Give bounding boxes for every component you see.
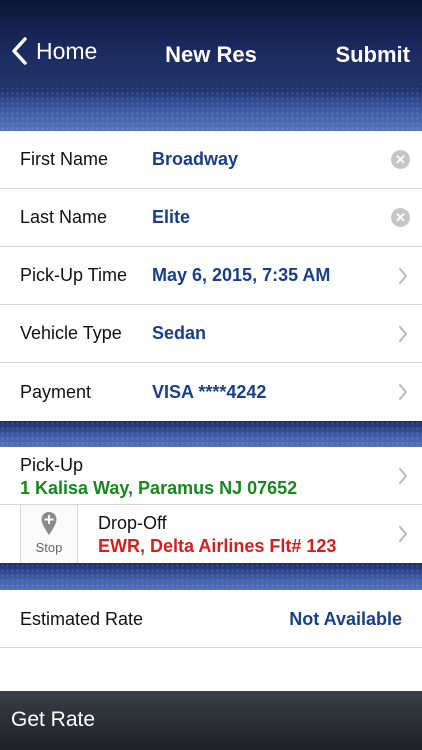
chevron-right-icon xyxy=(399,384,407,400)
vehicle-type-row[interactable]: Vehicle Type Sedan xyxy=(0,305,422,363)
pickup-location-row[interactable]: Pick-Up 1 Kalisa Way, Paramus NJ 07652 xyxy=(0,447,422,505)
add-stop-pin-icon xyxy=(41,512,57,535)
payment-label: Payment xyxy=(20,381,92,402)
last-name-row[interactable]: Last Name Elite ✕ xyxy=(0,189,422,247)
chevron-right-icon xyxy=(399,468,407,484)
stop-label: Stop xyxy=(35,540,63,555)
payment-row[interactable]: Payment VISA ****4242 xyxy=(0,363,422,421)
estimated-rate-label: Estimated Rate xyxy=(20,609,144,629)
section-divider-band xyxy=(0,563,422,590)
dropoff-address: EWR, Delta Airlines Flt# 123 xyxy=(98,536,337,556)
dropoff-title: Drop-Off xyxy=(98,513,167,533)
navigation-bar: Home New Res Submit xyxy=(0,0,422,86)
clear-icon[interactable]: ✕ xyxy=(391,150,410,169)
estimated-rate-value: Not Available xyxy=(289,609,402,629)
chevron-right-icon xyxy=(399,267,407,284)
estimated-rate-row: Estimated Rate Not Available xyxy=(0,590,422,648)
chevron-right-icon xyxy=(399,526,407,542)
pickup-time-value: May 6, 2015, 7:35 AM xyxy=(152,265,331,285)
rate-section: Estimated Rate Not Available xyxy=(0,590,422,691)
first-name-row[interactable]: First Name Broadway ✕ xyxy=(0,131,422,189)
section-divider-band xyxy=(0,421,422,447)
route-section: Pick-Up 1 Kalisa Way, Paramus NJ 07652 S… xyxy=(0,447,422,563)
dropoff-location-row[interactable]: Stop Drop-Off EWR, Delta Airlines Flt# 1… xyxy=(0,505,422,563)
vehicle-type-value: Sedan xyxy=(152,323,207,343)
chevron-right-icon xyxy=(399,325,407,342)
last-name-value[interactable]: Elite xyxy=(152,207,190,228)
payment-value: VISA ****4242 xyxy=(152,381,267,402)
get-rate-label: Get Rate xyxy=(11,708,96,731)
pickup-address: 1 Kalisa Way, Paramus NJ 07652 xyxy=(20,478,298,498)
vehicle-type-label: Vehicle Type xyxy=(20,323,122,343)
clear-icon[interactable]: ✕ xyxy=(391,208,410,227)
last-name-label: Last Name xyxy=(20,207,108,227)
reservation-form: First Name Broadway ✕ Last Name Elite ✕ … xyxy=(0,131,422,421)
pickup-title: Pick-Up xyxy=(20,455,84,475)
first-name-label: First Name xyxy=(20,149,109,169)
add-stop-button[interactable]: Stop xyxy=(20,505,78,563)
header-banner xyxy=(0,86,422,131)
pickup-time-row[interactable]: Pick-Up Time May 6, 2015, 7:35 AM xyxy=(0,247,422,305)
submit-button[interactable]: Submit xyxy=(335,42,410,68)
first-name-value[interactable]: Broadway xyxy=(152,149,238,170)
pickup-time-label: Pick-Up Time xyxy=(20,265,128,285)
get-rate-button[interactable]: Get Rate xyxy=(0,691,422,750)
